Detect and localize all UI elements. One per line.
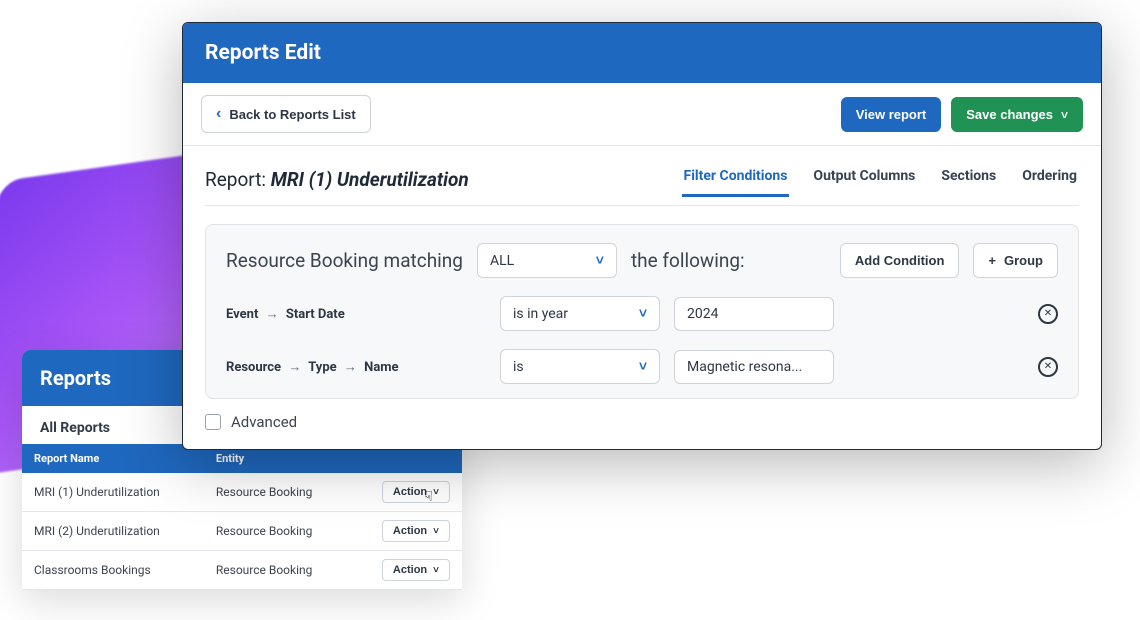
table-row: MRI (1) Underutilization Resource Bookin…	[22, 473, 462, 512]
value-input[interactable]: 2024	[674, 297, 834, 331]
match-mode-select[interactable]: ALL	[477, 243, 617, 278]
chevron-left-icon	[216, 105, 221, 123]
condition-row: Resource → Type → Name is Magnetic reson…	[226, 349, 1058, 384]
path-part: Name	[364, 360, 398, 375]
match-text-a: Resource Booking matching	[226, 249, 463, 272]
column-header-name[interactable]: Report Name	[22, 444, 204, 473]
path-part: Resource	[226, 360, 281, 375]
view-report-label: View report	[856, 107, 927, 122]
remove-condition-button[interactable]	[1038, 304, 1058, 324]
tab-output-columns[interactable]: Output Columns	[811, 162, 917, 197]
advanced-checkbox[interactable]	[205, 414, 221, 430]
match-mode-value: ALL	[490, 253, 514, 269]
cell-report-name[interactable]: Classrooms Bookings	[22, 551, 204, 590]
condition-path: Event → Start Date	[226, 306, 486, 322]
report-name: MRI (1) Underutilization	[271, 168, 469, 191]
cell-entity: Resource Booking	[204, 473, 350, 512]
table-row: Classrooms Bookings Resource Booking Act…	[22, 551, 462, 590]
cell-entity: Resource Booking	[204, 512, 350, 551]
condition-path: Resource → Type → Name	[226, 359, 486, 375]
remove-condition-button[interactable]	[1038, 357, 1058, 377]
filter-conditions-panel: Resource Booking matching ALL the follow…	[205, 224, 1079, 399]
path-part: Type	[308, 360, 336, 375]
operator-value: is	[513, 359, 524, 375]
chevron-down-icon: ˅	[433, 487, 439, 498]
arrow-right-icon: →	[284, 360, 305, 375]
cell-entity: Resource Booking	[204, 551, 350, 590]
chevron-down-icon	[596, 252, 604, 269]
cursor-pointer-icon: ☟	[424, 489, 433, 505]
chevron-down-icon	[639, 305, 647, 322]
tab-ordering[interactable]: Ordering	[1020, 162, 1079, 197]
row-action-button[interactable]: Action ˅	[382, 481, 450, 503]
add-group-button[interactable]: Group	[973, 243, 1058, 278]
arrow-right-icon: →	[340, 360, 361, 375]
save-changes-label: Save changes	[966, 107, 1053, 122]
toolbar: Back to Reports List View report Save ch…	[183, 83, 1101, 146]
path-part: Start Date	[286, 307, 345, 322]
tabs: Filter Conditions Output Columns Section…	[682, 162, 1079, 197]
row-action-button[interactable]: Action ˅	[382, 520, 450, 542]
value-input[interactable]: Magnetic resona...	[674, 350, 834, 384]
operator-value: is in year	[513, 306, 568, 322]
advanced-row: Advanced	[183, 399, 1101, 449]
view-report-button[interactable]: View report	[841, 97, 942, 132]
page-title: Reports Edit	[183, 23, 1101, 83]
back-to-list-button[interactable]: Back to Reports List	[201, 95, 371, 133]
divider	[205, 205, 1079, 206]
back-link-label: Back to Reports List	[229, 107, 355, 122]
row-action-button[interactable]: Action ˅	[382, 559, 450, 581]
operator-select[interactable]: is	[500, 349, 660, 384]
action-label: Action	[393, 486, 427, 498]
tab-sections[interactable]: Sections	[939, 162, 998, 197]
chevron-down-icon	[639, 358, 647, 375]
operator-select[interactable]: is in year	[500, 296, 660, 331]
report-title-row: Report: MRI (1) Underutilization Filter …	[183, 146, 1101, 197]
arrow-right-icon: →	[262, 307, 283, 322]
reports-table: Report Name Entity MRI (1) Underutilizat…	[22, 444, 462, 590]
match-text-b: the following:	[631, 249, 745, 272]
tab-filter-conditions[interactable]: Filter Conditions	[682, 162, 790, 197]
report-title: Report: MRI (1) Underutilization	[205, 168, 469, 191]
chevron-down-icon	[1061, 107, 1068, 122]
condition-row: Event → Start Date is in year 2024	[226, 296, 1058, 331]
chevron-down-icon: ˅	[433, 526, 439, 537]
add-condition-button[interactable]: Add Condition	[840, 243, 960, 278]
chevron-down-icon: ˅	[433, 565, 439, 576]
reports-edit-panel: Reports Edit Back to Reports List View r…	[182, 22, 1102, 450]
report-title-prefix: Report:	[205, 168, 266, 191]
toolbar-right: View report Save changes	[841, 97, 1083, 132]
save-changes-button[interactable]: Save changes	[951, 97, 1083, 132]
cell-report-name[interactable]: MRI (1) Underutilization	[22, 473, 204, 512]
table-row: MRI (2) Underutilization Resource Bookin…	[22, 512, 462, 551]
action-label: Action	[393, 525, 427, 537]
cell-report-name[interactable]: MRI (2) Underutilization	[22, 512, 204, 551]
match-row: Resource Booking matching ALL the follow…	[226, 243, 1058, 278]
plus-icon	[988, 253, 996, 268]
action-label: Action	[393, 564, 427, 576]
group-label: Group	[1004, 253, 1043, 268]
advanced-label: Advanced	[231, 413, 297, 431]
path-part: Event	[226, 307, 258, 322]
